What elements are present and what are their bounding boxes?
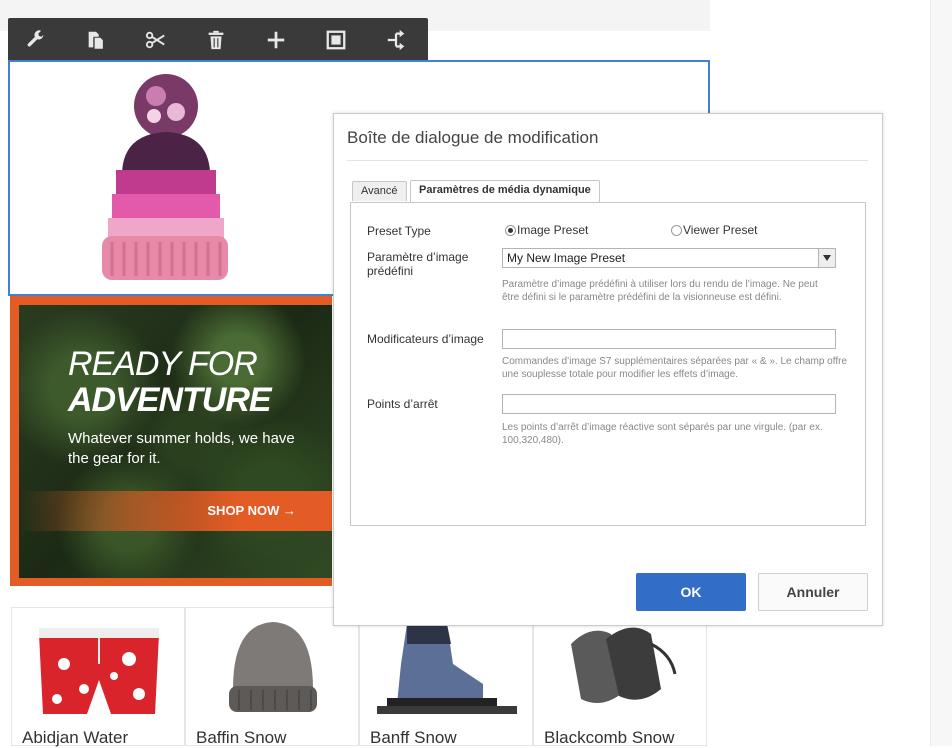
banner-subtitle: Whatever summer holds, we have the gear … [68,430,295,467]
insert-button[interactable] [250,18,302,62]
breakpoints-label: Points d’arrêt [367,397,438,411]
tab-advanced[interactable]: Avancé [352,181,407,201]
image-modifiers-hint: Commandes d’image S7 supplémentaires sép… [502,356,848,380]
trash-icon [208,30,224,50]
product-name: Abidjan Water [22,728,129,747]
shop-now-label: SHOP NOW → [207,503,296,518]
product-card[interactable]: Blackcomb Snow [533,607,707,747]
product-card[interactable]: Baffin Snow [185,607,359,747]
dialog-divider [347,160,868,161]
banner-headline-1: READY FOR [68,345,258,383]
image-preset-select[interactable]: My New Image Preset [502,248,836,268]
product-card[interactable]: Abidjan Water [11,607,185,747]
image-modifiers-input[interactable] [502,329,836,349]
dialog-title: Boîte de dialogue de modification [347,128,599,147]
copy-icon [88,31,104,50]
wrench-icon [27,30,45,47]
ok-button[interactable]: OK [636,573,746,611]
image-preset-radio-label[interactable]: Image Preset [517,223,588,237]
banner-headline-2: ADVENTURE [68,381,272,419]
product-name: Baffin Snow [196,728,287,747]
parent-icon [387,29,405,51]
delete-button[interactable] [190,18,242,62]
plus-icon [267,31,285,49]
viewer-preset-radio[interactable] [671,225,682,236]
layout-button[interactable] [310,18,362,62]
configure-button[interactable] [10,18,62,62]
frame-icon [326,30,346,50]
cut-button[interactable] [130,18,182,62]
cut-icon [145,31,165,49]
product-name: Banff Snow [370,728,457,747]
viewer-preset-radio-label[interactable]: Viewer Preset [683,223,757,237]
image-preset-select-value: My New Image Preset [507,251,626,265]
swim-shorts-image [39,628,159,714]
select-parent-button[interactable] [370,18,422,62]
edit-dialog: Boîte de dialogue de modification Avancé… [333,113,883,626]
gray-beanie-image [229,622,317,712]
copy-button[interactable] [70,18,122,62]
image-preset-label: Paramètre d’image prédéfini [367,250,469,278]
image-preset-radio[interactable] [505,225,516,236]
product-name: Blackcomb Snow [544,728,675,747]
tab-panel: Preset Type Image Preset Viewer Preset P… [350,202,866,526]
chevron-down-icon [818,249,835,267]
breakpoints-input[interactable] [502,394,836,414]
image-modifiers-label: Modificateurs d’image [367,332,484,346]
page-scroll-gutter [930,0,952,746]
ski-boot-image [377,624,517,714]
image-preset-hint: Paramètre d’image prédéfini à utiliser l… [502,279,818,303]
banner-background: READY FOR ADVENTURE Whatever summer hold… [19,305,332,578]
shop-now-button[interactable]: SHOP NOW → [19,491,332,531]
tab-dynamic-media[interactable]: Paramètres de média dynamique [410,180,600,203]
breakpoints-hint: Les points d’arrêt d’image réactive sont… [502,422,823,446]
cancel-button[interactable]: Annuler [758,573,868,611]
ski-gloves-image [571,627,677,703]
preset-type-label: Preset Type [367,224,431,238]
beanie-image [102,74,228,280]
product-card[interactable]: Banff Snow [359,607,533,747]
promo-banner[interactable]: READY FOR ADVENTURE Whatever summer hold… [10,296,332,586]
component-toolbar [8,18,428,62]
